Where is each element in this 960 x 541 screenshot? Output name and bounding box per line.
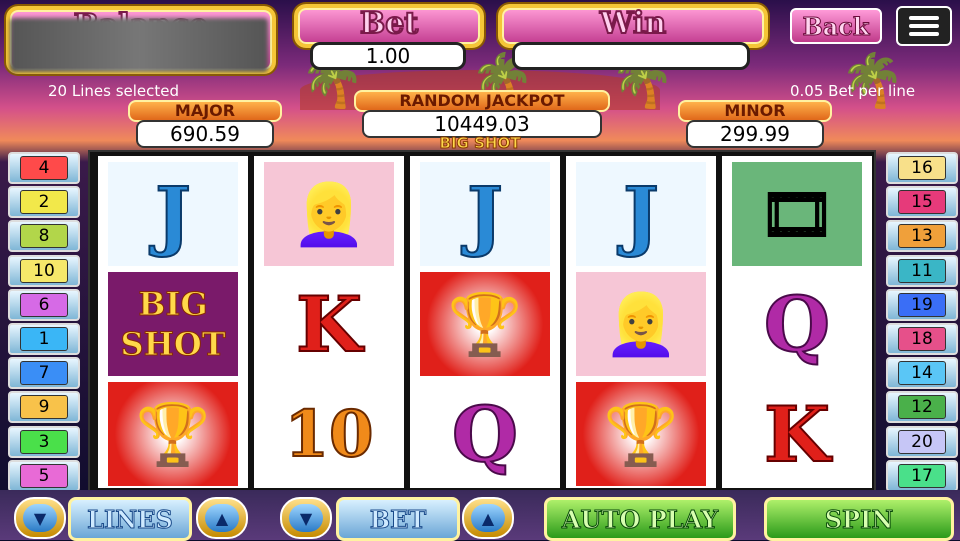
line-number: 17 [898, 463, 946, 488]
bet-value: 1.00 [310, 42, 466, 70]
lines-button[interactable]: LINES [68, 497, 192, 541]
minor-value: 299.99 [686, 120, 824, 148]
line-button-17[interactable]: 17 [886, 459, 958, 492]
reel-2: 👱‍♀️ K 10 [254, 156, 404, 488]
bet-label: BET [369, 504, 427, 534]
reel-symbol-trophy: 🏆 [420, 272, 550, 376]
reel-symbol-j: J [420, 162, 550, 266]
line-button-6[interactable]: 6 [8, 288, 80, 321]
reel-1: J BIG SHOT 🏆 [98, 156, 248, 488]
film-reel-icon: 🎞 [758, 179, 836, 250]
line-number: 3 [20, 429, 68, 454]
line-number: 11 [898, 258, 946, 283]
line-number: 20 [898, 429, 946, 454]
line-number: 15 [898, 190, 946, 215]
line-number: 12 [898, 395, 946, 420]
reel-4: J 👱‍♀️ 🏆 [566, 156, 716, 488]
line-number: 6 [20, 292, 68, 317]
line-button-1[interactable]: 1 [8, 323, 80, 355]
trophy-icon: 🏆 [135, 399, 211, 470]
reel-symbol-trophy: 🏆 [108, 382, 238, 486]
lines-selected-text: 20 Lines selected [48, 82, 180, 100]
line-button-14[interactable]: 14 [886, 357, 958, 390]
line-button-10[interactable]: 10 [8, 254, 80, 287]
lines-label: LINES [87, 504, 174, 534]
line-number: 2 [20, 190, 68, 215]
starlet-icon: 👱‍♀️ [603, 289, 679, 360]
win-value [512, 42, 750, 70]
reel-symbol-film-reel: 🎞 [732, 162, 862, 266]
reel-symbol-starlet: 👱‍♀️ [264, 162, 394, 266]
menu-icon [909, 16, 939, 36]
line-number: 1 [20, 327, 68, 351]
trophy-icon: 🏆 [603, 399, 679, 470]
auto-play-label: AUTO PLAY [561, 504, 719, 534]
bet-per-line-text: 0.05 Bet per line [790, 82, 916, 100]
line-button-3[interactable]: 3 [8, 425, 80, 458]
line-button-15[interactable]: 15 [886, 186, 958, 219]
line-button-8[interactable]: 8 [8, 220, 80, 253]
major-value: 690.59 [136, 120, 274, 148]
starlet-icon: 👱‍♀️ [291, 179, 367, 250]
back-label: Back [802, 11, 870, 41]
reel-symbol-j: J [576, 162, 706, 266]
line-button-20[interactable]: 20 [886, 425, 958, 458]
trophy-icon: 🏆 [447, 289, 523, 360]
reel-5: 🎞 Q K [722, 156, 872, 488]
line-button-16[interactable]: 16 [886, 152, 958, 184]
reel-symbol-10: 10 [264, 382, 394, 486]
down-arrow-icon: ▼ [289, 504, 323, 532]
line-button-18[interactable]: 18 [886, 323, 958, 355]
spin-button[interactable]: SPIN [764, 497, 954, 541]
bet-increase-button[interactable]: ▲ [462, 497, 514, 539]
lines-increase-button[interactable]: ▲ [196, 497, 248, 539]
line-button-13[interactable]: 13 [886, 220, 958, 253]
line-number: 5 [20, 463, 68, 488]
line-number: 10 [20, 258, 68, 283]
up-arrow-icon: ▲ [471, 504, 505, 532]
line-number: 4 [20, 156, 68, 180]
reel-symbol-big-shot: BIG SHOT [108, 272, 238, 376]
line-number: 16 [898, 156, 946, 180]
reel-symbol-k: K [732, 382, 862, 486]
line-number: 8 [20, 224, 68, 249]
line-number: 18 [898, 327, 946, 351]
minor-label: MINOR [678, 100, 832, 122]
random-jackpot-label: RANDOM JACKPOT [354, 90, 610, 112]
line-number: 9 [20, 395, 68, 420]
reel-symbol-trophy: 🏆 [576, 382, 706, 486]
lines-decrease-button[interactable]: ▼ [14, 497, 66, 539]
bet-title: Bet [359, 5, 419, 42]
reel-symbol-q: Q [732, 272, 862, 376]
spin-label: SPIN [824, 504, 894, 534]
reel-area: J BIG SHOT 🏆 👱‍♀️ K 10 J 🏆 Q J 👱‍♀️ 🏆 🎞 Q K [88, 150, 876, 494]
up-arrow-icon: ▲ [205, 504, 239, 532]
line-number: 19 [898, 292, 946, 317]
menu-button[interactable] [896, 6, 952, 46]
balance-value-redacted [10, 18, 268, 72]
reel-symbol-k: K [264, 272, 394, 376]
back-button[interactable]: Back [790, 8, 882, 44]
reel-symbol-q: Q [420, 382, 550, 486]
line-button-9[interactable]: 9 [8, 391, 80, 424]
line-button-19[interactable]: 19 [886, 288, 958, 321]
line-button-5[interactable]: 5 [8, 459, 80, 492]
down-arrow-icon: ▼ [23, 504, 57, 532]
line-number: 13 [898, 224, 946, 249]
line-button-4[interactable]: 4 [8, 152, 80, 184]
line-button-11[interactable]: 11 [886, 254, 958, 287]
reel-symbol-j: J [108, 162, 238, 266]
line-number: 7 [20, 361, 68, 386]
bet-button[interactable]: BET [336, 497, 460, 541]
line-button-2[interactable]: 2 [8, 186, 80, 219]
line-button-7[interactable]: 7 [8, 357, 80, 390]
major-label: MAJOR [128, 100, 282, 122]
win-title: Win [599, 5, 667, 42]
line-button-12[interactable]: 12 [886, 391, 958, 424]
line-number: 14 [898, 361, 946, 386]
auto-play-button[interactable]: AUTO PLAY [544, 497, 736, 541]
reel-3: J 🏆 Q [410, 156, 560, 488]
bet-decrease-button[interactable]: ▼ [280, 497, 332, 539]
reel-symbol-starlet: 👱‍♀️ [576, 272, 706, 376]
